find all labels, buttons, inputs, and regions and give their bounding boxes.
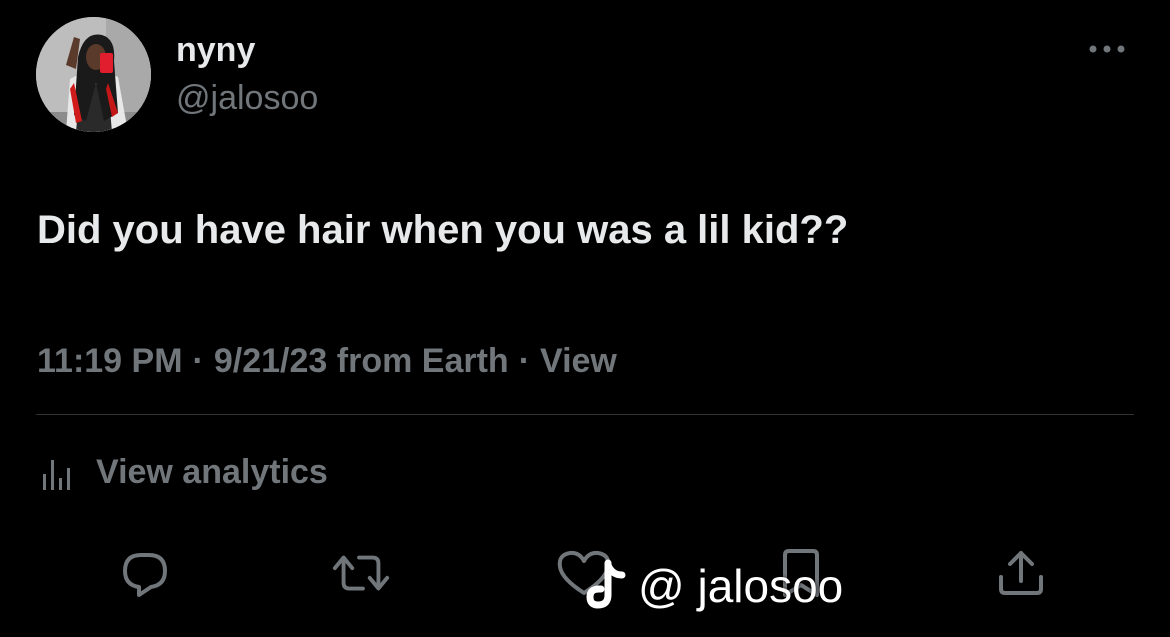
separator-dot: · bbox=[518, 342, 531, 380]
avatar-photo bbox=[36, 17, 151, 132]
tweet-text: Did you have hair when you was a lil kid… bbox=[37, 208, 849, 252]
divider bbox=[36, 414, 1134, 415]
user-handle[interactable]: @jalosoo bbox=[176, 78, 318, 118]
view-analytics-button[interactable]: View analytics bbox=[40, 450, 328, 494]
view-count-link[interactable]: View bbox=[540, 341, 617, 381]
tiktok-logo-icon bbox=[586, 559, 626, 609]
display-name[interactable]: nyny bbox=[176, 30, 255, 70]
speech-bubble-icon bbox=[123, 553, 167, 597]
view-analytics-label: View analytics bbox=[96, 453, 328, 491]
separator-dot: · bbox=[192, 342, 204, 380]
share-button[interactable] bbox=[990, 542, 1052, 604]
more-horizontal-icon bbox=[1089, 45, 1125, 53]
share-icon bbox=[999, 551, 1043, 595]
watermark-handle: @ jalosoo bbox=[638, 560, 844, 612]
tweet-time: 11:19 PM bbox=[37, 342, 183, 380]
more-options-button[interactable] bbox=[1084, 34, 1130, 64]
avatar[interactable] bbox=[36, 17, 151, 132]
tiktok-watermark: @ jalosoo bbox=[584, 556, 843, 616]
tweet-metadata: 11:19 PM · 9/21/23 from Earth · View bbox=[37, 341, 617, 381]
retweet-icon bbox=[332, 555, 390, 591]
reply-button[interactable] bbox=[114, 542, 176, 604]
tweet-source: from Earth bbox=[336, 342, 509, 380]
retweet-button[interactable] bbox=[330, 542, 392, 604]
tweet-date: 9/21/23 bbox=[213, 342, 328, 380]
bar-chart-icon bbox=[43, 460, 70, 490]
